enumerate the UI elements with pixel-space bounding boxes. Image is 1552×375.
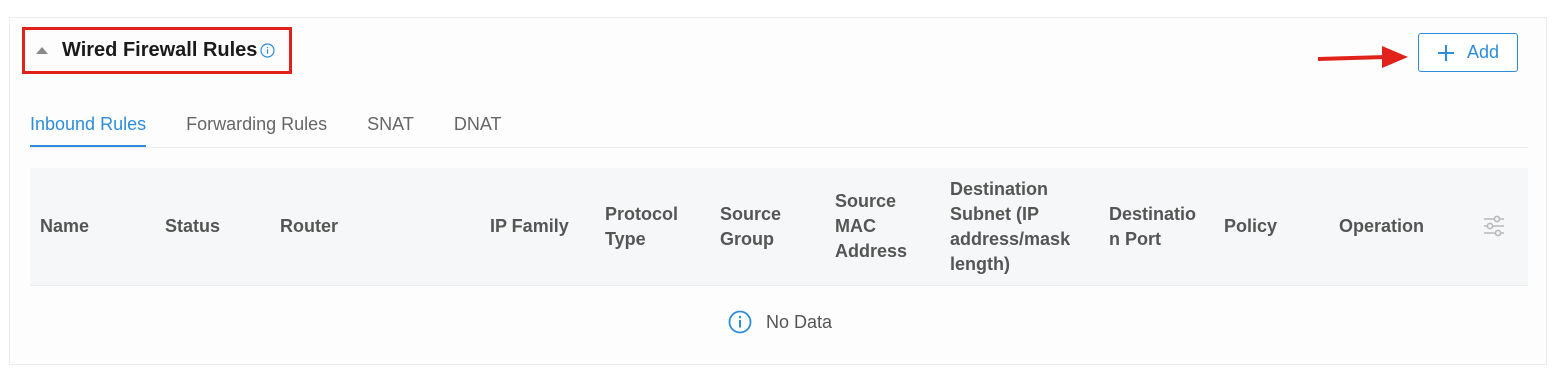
tab-dnat[interactable]: DNAT [454, 104, 502, 147]
plus-icon [1437, 44, 1454, 61]
info-circle-icon[interactable] [260, 43, 276, 58]
table-body: No Data [30, 285, 1528, 357]
table-header: Name Status Router IP Family Protocol Ty… [30, 168, 1528, 285]
info-circle-icon [728, 310, 752, 334]
empty-state-text: No Data [766, 311, 833, 332]
section-title: Wired Firewall Rules [62, 39, 258, 61]
add-button[interactable]: Add [1418, 33, 1518, 72]
column-header-operation[interactable]: Operation [1339, 168, 1459, 285]
red-arrow-annotation [1318, 46, 1408, 68]
sliders-icon[interactable] [1483, 215, 1505, 237]
empty-state: No Data [728, 310, 832, 334]
column-header-ip-family[interactable]: IP Family [490, 168, 590, 285]
column-header-destination-port[interactable]: Destination Port [1109, 168, 1201, 285]
caret-up-icon[interactable] [36, 47, 48, 54]
tab-inbound-rules[interactable]: Inbound Rules [30, 104, 147, 147]
section-title-highlight[interactable]: Wired Firewall Rules [22, 27, 292, 74]
column-header-source-group[interactable]: Source Group [720, 168, 795, 285]
column-header-name[interactable]: Name [40, 168, 150, 285]
tab-snat[interactable]: SNAT [367, 104, 414, 147]
add-button-label: Add [1466, 42, 1500, 62]
tab-forwarding-rules[interactable]: Forwarding Rules [186, 104, 327, 147]
column-header-router[interactable]: Router [280, 168, 460, 285]
column-header-policy[interactable]: Policy [1224, 168, 1324, 285]
column-header-protocol-type[interactable]: Protocol Type [605, 168, 700, 285]
column-header-status[interactable]: Status [165, 168, 265, 285]
column-header-destination-subnet[interactable]: Destination Subnet (IP address/mask leng… [950, 168, 1080, 285]
column-header-source-mac[interactable]: Source MAC Address [835, 168, 915, 285]
rule-type-tabs: Inbound Rules Forwarding Rules SNAT DNAT [30, 104, 1528, 148]
